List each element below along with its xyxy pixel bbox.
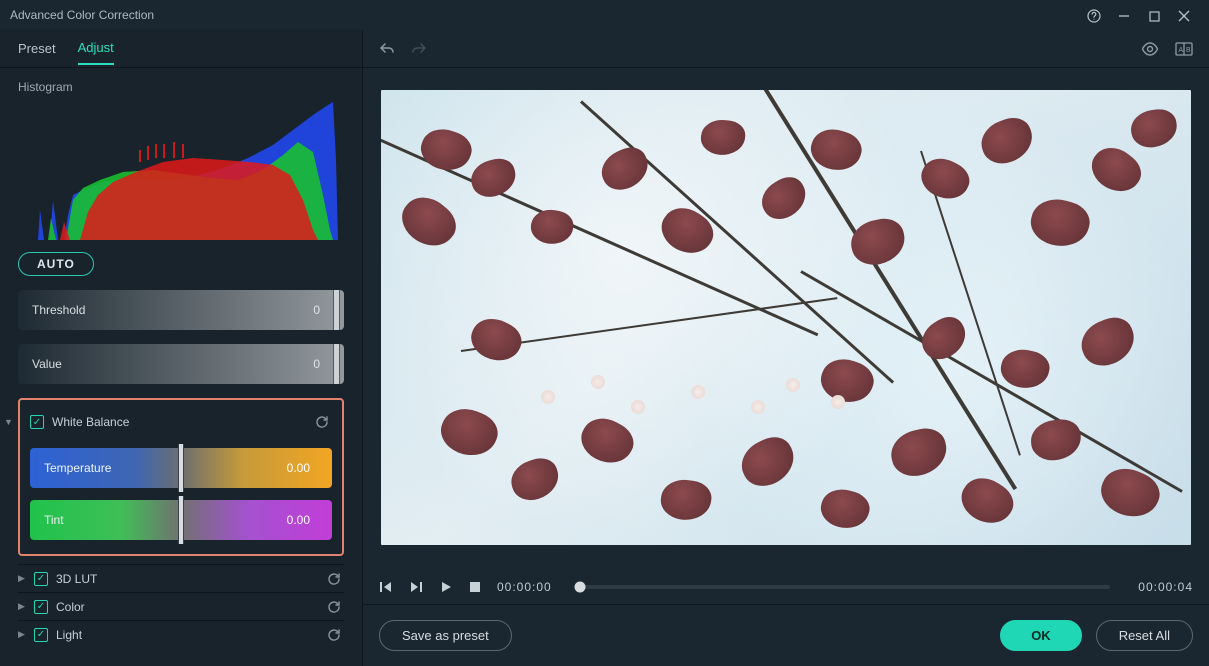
timeline-track[interactable] bbox=[580, 585, 1111, 589]
color-reset-icon[interactable] bbox=[324, 597, 344, 617]
color-label: Color bbox=[56, 600, 85, 614]
tab-row: Preset Adjust bbox=[0, 30, 362, 68]
auto-button[interactable]: AUTO bbox=[18, 252, 94, 276]
total-time: 00:00:04 bbox=[1138, 580, 1193, 594]
content-area: AB bbox=[363, 30, 1209, 666]
transport-bar: 00:00:00 00:00:04 bbox=[363, 570, 1209, 604]
play-icon[interactable] bbox=[439, 580, 453, 594]
value-value: 0 bbox=[313, 357, 320, 371]
lut-label: 3D LUT bbox=[56, 572, 97, 586]
chevron-right-icon: ▶ bbox=[18, 629, 26, 640]
temperature-handle[interactable] bbox=[178, 444, 184, 492]
timeline-knob[interactable] bbox=[574, 582, 585, 593]
threshold-handle[interactable] bbox=[333, 290, 340, 330]
prev-frame-icon[interactable] bbox=[379, 580, 393, 594]
svg-text:A: A bbox=[1179, 47, 1184, 54]
value-slider[interactable]: Value 0 bbox=[18, 344, 344, 384]
preview-toolbar: AB bbox=[363, 30, 1209, 68]
window-title: Advanced Color Correction bbox=[10, 8, 154, 22]
redo-icon[interactable] bbox=[411, 41, 427, 57]
tint-label: Tint bbox=[44, 513, 64, 527]
tint-value: 0.00 bbox=[287, 513, 310, 527]
reset-all-button[interactable]: Reset All bbox=[1096, 620, 1193, 651]
histogram-display bbox=[18, 100, 338, 240]
light-reset-icon[interactable] bbox=[324, 625, 344, 645]
temperature-label: Temperature bbox=[44, 461, 111, 475]
stop-icon[interactable] bbox=[469, 581, 481, 593]
ok-button[interactable]: OK bbox=[1000, 620, 1082, 651]
section-light[interactable]: ▶ ✓ Light bbox=[18, 620, 344, 648]
threshold-label: Threshold bbox=[32, 303, 85, 317]
minimize-icon[interactable] bbox=[1109, 7, 1139, 23]
histogram-label: Histogram bbox=[18, 80, 344, 94]
section-color[interactable]: ▶ ✓ Color bbox=[18, 592, 344, 620]
save-preset-button[interactable]: Save as preset bbox=[379, 620, 512, 651]
tint-slider[interactable]: Tint 0.00 bbox=[30, 500, 332, 540]
light-label: Light bbox=[56, 628, 82, 642]
white-balance-label: White Balance bbox=[52, 415, 129, 429]
maximize-icon[interactable] bbox=[1139, 7, 1169, 23]
value-handle[interactable] bbox=[333, 344, 340, 384]
chevron-down-icon[interactable]: ▼ bbox=[4, 417, 12, 427]
chevron-right-icon: ▶ bbox=[18, 601, 26, 612]
preview-image bbox=[381, 90, 1191, 545]
sidebar: Preset Adjust Histogram AUTO Threshold 0 bbox=[0, 30, 363, 666]
lut-reset-icon[interactable] bbox=[324, 569, 344, 589]
sidebar-scroll[interactable]: Histogram AUTO Threshold 0 Value 0 bbox=[0, 68, 362, 666]
white-balance-reset-icon[interactable] bbox=[312, 412, 332, 432]
preview-area bbox=[363, 68, 1209, 570]
temperature-value: 0.00 bbox=[287, 461, 310, 475]
footer: Save as preset OK Reset All bbox=[363, 604, 1209, 666]
threshold-value: 0 bbox=[313, 303, 320, 317]
tint-handle[interactable] bbox=[178, 496, 184, 544]
undo-icon[interactable] bbox=[379, 41, 395, 57]
white-balance-checkbox[interactable]: ✓ bbox=[30, 415, 44, 429]
color-checkbox[interactable]: ✓ bbox=[34, 600, 48, 614]
close-icon[interactable] bbox=[1169, 7, 1199, 23]
light-checkbox[interactable]: ✓ bbox=[34, 628, 48, 642]
compare-icon[interactable] bbox=[1141, 42, 1159, 56]
temperature-slider[interactable]: Temperature 0.00 bbox=[30, 448, 332, 488]
help-icon[interactable] bbox=[1079, 7, 1109, 23]
white-balance-section: ▼ ✓ White Balance Temperature 0.00 Tint … bbox=[18, 398, 344, 556]
titlebar: Advanced Color Correction bbox=[0, 0, 1209, 30]
tab-preset[interactable]: Preset bbox=[18, 41, 56, 56]
threshold-slider[interactable]: Threshold 0 bbox=[18, 290, 344, 330]
svg-text:B: B bbox=[1186, 47, 1191, 54]
lut-checkbox[interactable]: ✓ bbox=[34, 572, 48, 586]
section-3d-lut[interactable]: ▶ ✓ 3D LUT bbox=[18, 564, 344, 592]
current-time: 00:00:00 bbox=[497, 580, 552, 594]
ab-compare-icon[interactable]: AB bbox=[1175, 42, 1193, 56]
value-label: Value bbox=[32, 357, 62, 371]
next-frame-icon[interactable] bbox=[409, 580, 423, 594]
chevron-right-icon: ▶ bbox=[18, 573, 26, 584]
tab-adjust[interactable]: Adjust bbox=[78, 40, 114, 65]
